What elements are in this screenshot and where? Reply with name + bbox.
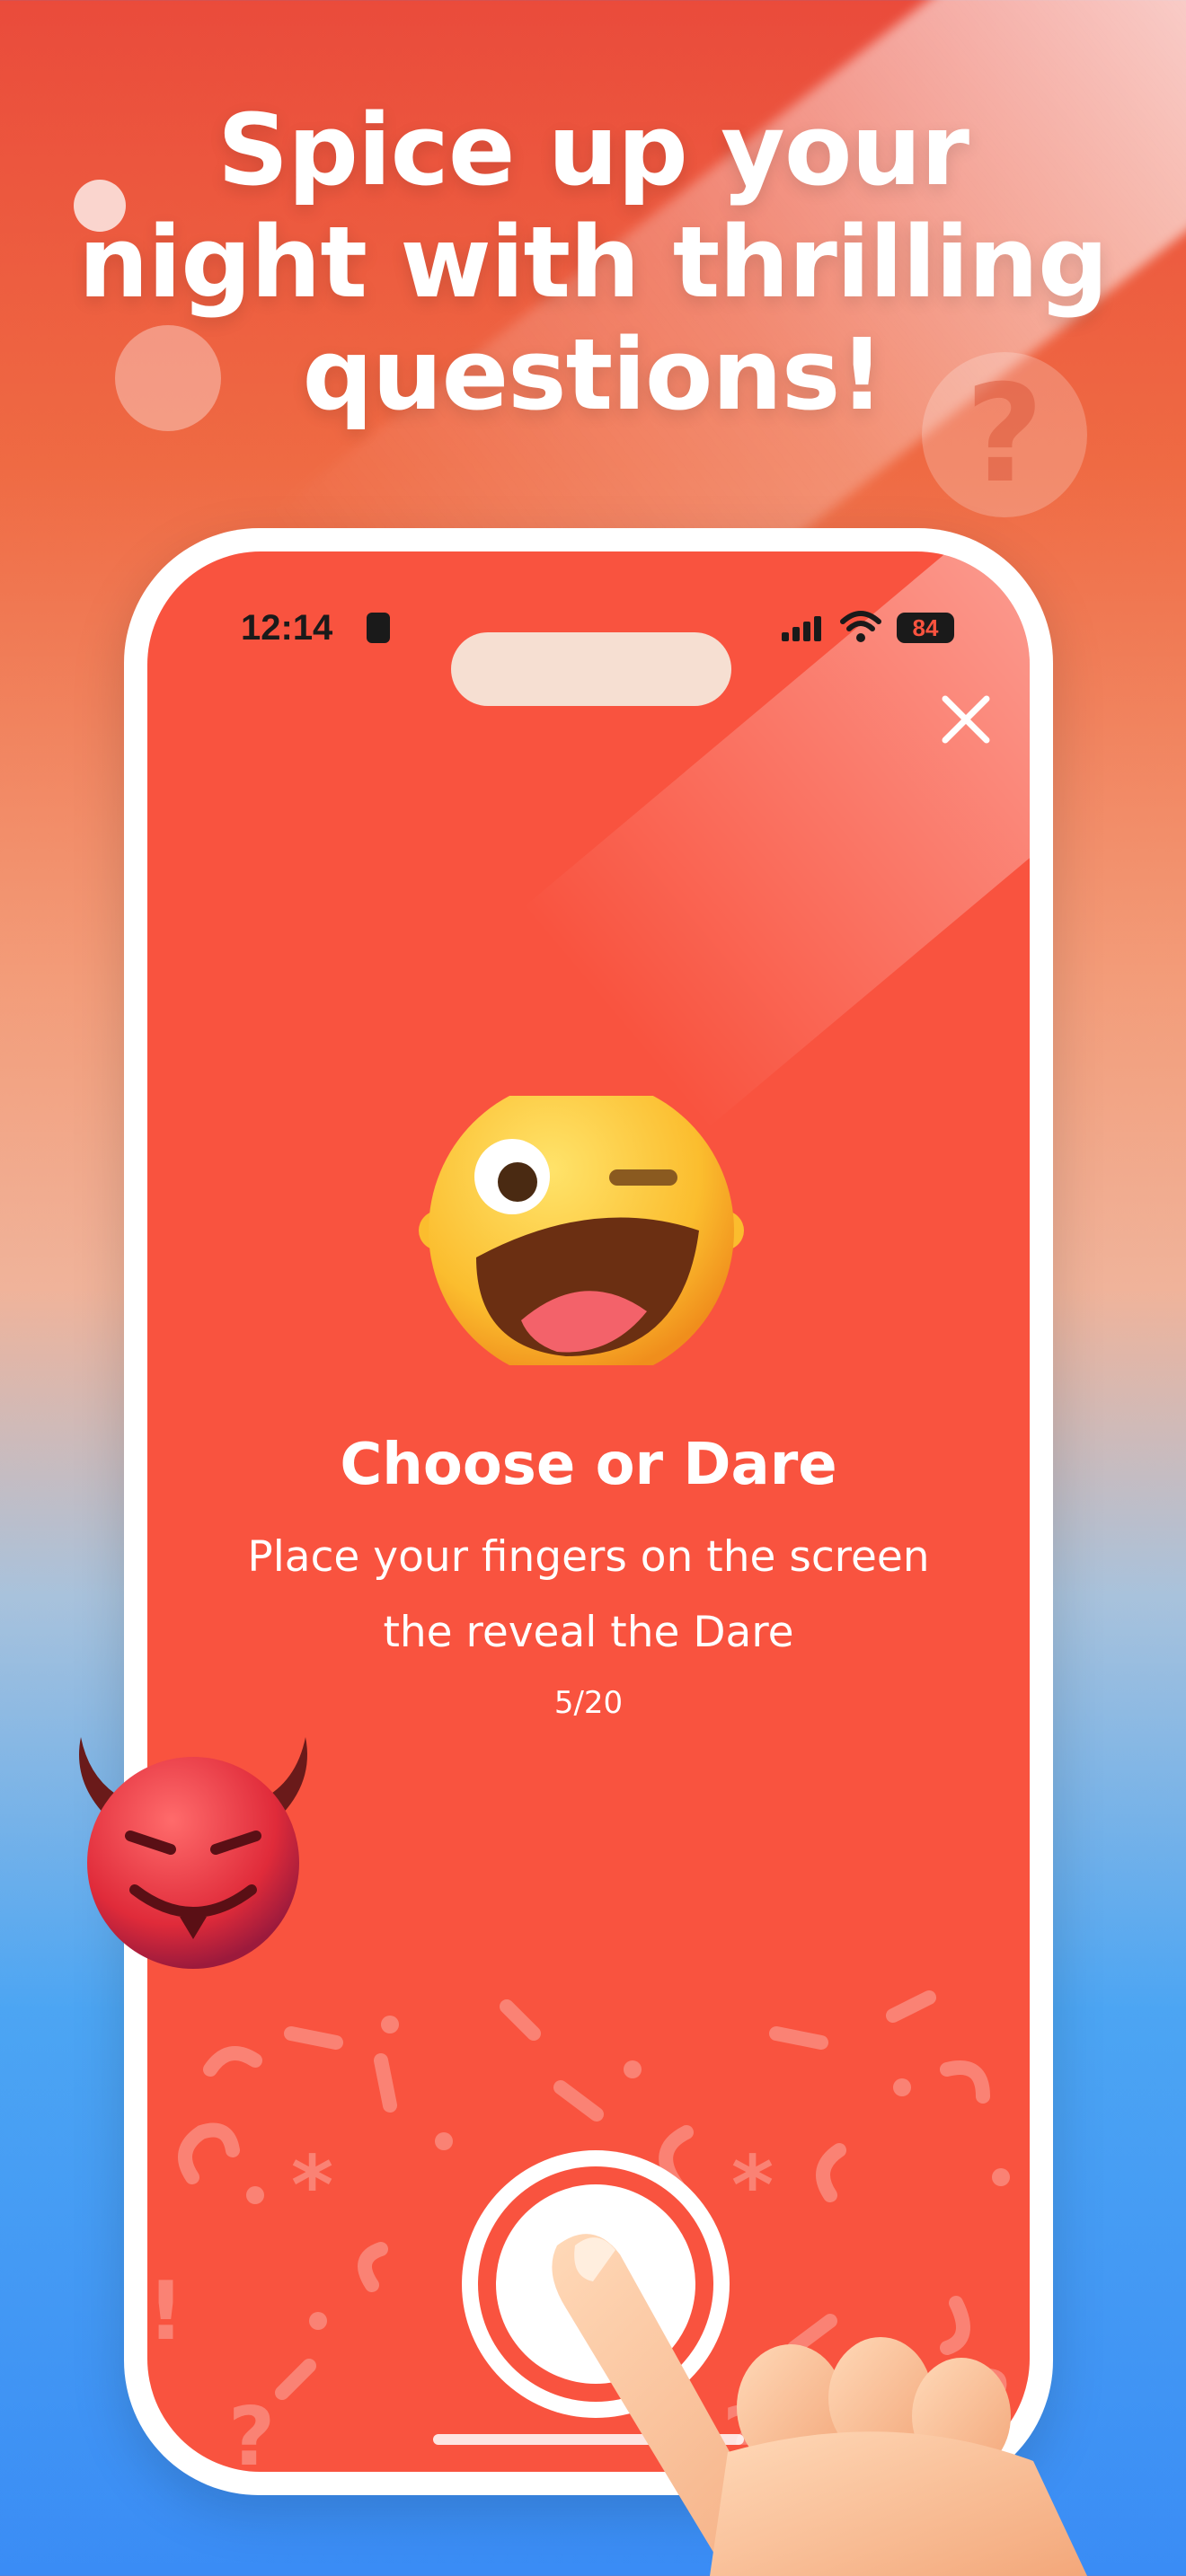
headline-line-2: night with thrilling [78, 205, 1108, 320]
progress-counter: 5/20 [553, 1685, 624, 1721]
winking-face-emoji-icon [419, 1096, 744, 1365]
contact-badge-icon [367, 613, 390, 643]
battery-indicator: 84 [897, 613, 954, 643]
screen-subtitle: Place your fingers on the screen the rev… [147, 1520, 1030, 1671]
svg-text:*: * [291, 2139, 333, 2233]
pointing-finger-icon [552, 2234, 1087, 2576]
wifi-icon [840, 611, 881, 642]
status-bar: 12:14 84 [147, 596, 1030, 706]
smiling-devil-emoji-icon [79, 1737, 307, 1969]
question-bubble-icon: ? [922, 352, 1087, 517]
dynamic-island [451, 632, 731, 706]
svg-text:!: ! [147, 2264, 184, 2359]
decor-bubble-small [74, 180, 126, 232]
screen-title: Choose or Dare [340, 1432, 837, 1498]
headline-line-1: Spice up your [217, 93, 969, 207]
status-time: 12:14 [241, 608, 333, 648]
close-icon[interactable] [934, 688, 997, 751]
cellular-signal-icon [782, 616, 828, 641]
svg-text:?: ? [228, 2390, 275, 2472]
phone-screen[interactable]: 12:14 84 Choose or Dare Place your finge… [147, 551, 1030, 2472]
subtitle-line-2: the reveal the Dare [383, 1608, 794, 1657]
svg-text:*: * [731, 2139, 774, 2233]
decor-bubble-large [115, 325, 221, 431]
phone-frame: 12:14 84 Choose or Dare Place your finge… [124, 528, 1053, 2495]
subtitle-line-1: Place your fingers on the screen [247, 1532, 930, 1582]
